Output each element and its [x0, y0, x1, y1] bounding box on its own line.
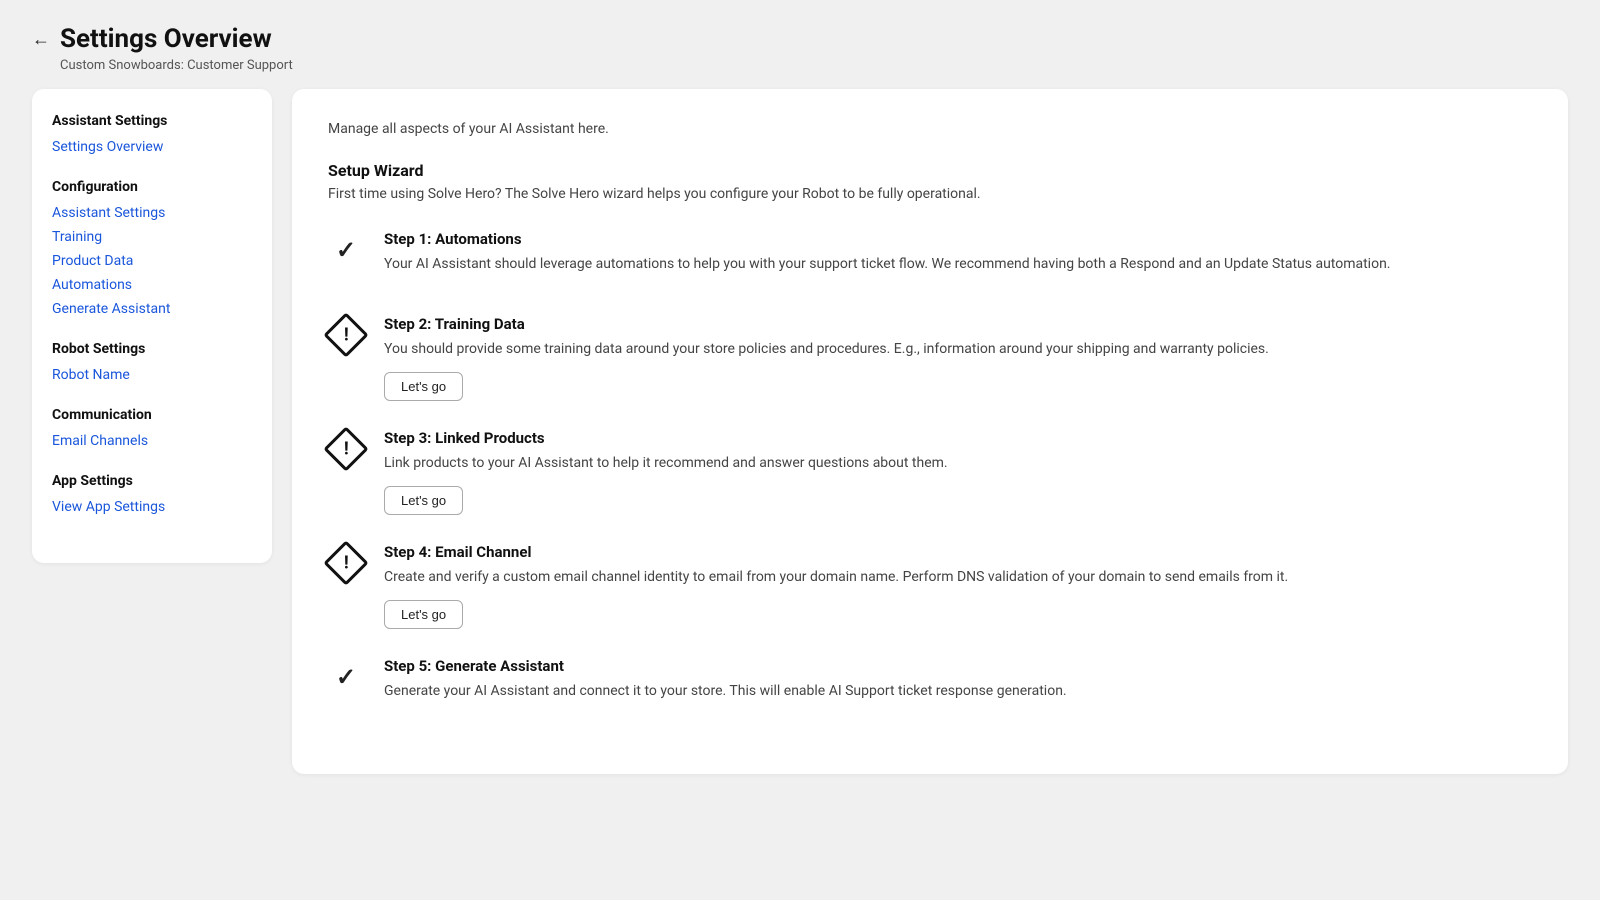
step-3-row: ! Step 3: Linked Products Link products … — [328, 429, 1532, 515]
main-content: Manage all aspects of your AI Assistant … — [292, 89, 1568, 774]
step-4-title: Step 4: Email Channel — [384, 543, 1532, 561]
setup-wizard-title: Setup Wizard — [328, 161, 1532, 180]
warning-diamond-icon-2: ! — [323, 312, 368, 357]
step-1-content: Step 1: Automations Your AI Assistant sh… — [384, 230, 1532, 287]
sidebar-section-title-configuration: Configuration — [52, 179, 252, 195]
step-2-content: Step 2: Training Data You should provide… — [384, 315, 1532, 401]
email-channels-link[interactable]: Email Channels — [52, 433, 252, 449]
step-2-lets-go-button[interactable]: Let's go — [384, 372, 463, 401]
step-5-content: Step 5: Generate Assistant Generate your… — [384, 657, 1532, 714]
sidebar-section-robot-settings: Robot Settings Robot Name — [52, 341, 252, 383]
step-4-lets-go-button[interactable]: Let's go — [384, 600, 463, 629]
training-link[interactable]: Training — [52, 229, 252, 245]
step-1-icon: ✓ — [328, 232, 364, 268]
step-1-title: Step 1: Automations — [384, 230, 1532, 248]
step-2-icon: ! — [328, 317, 364, 353]
step-1-row: ✓ Step 1: Automations Your AI Assistant … — [328, 230, 1532, 287]
automations-link[interactable]: Automations — [52, 277, 252, 293]
assistant-settings-link[interactable]: Assistant Settings — [52, 205, 252, 221]
step-2-title: Step 2: Training Data — [384, 315, 1532, 333]
sidebar-section-configuration: Configuration Assistant Settings Trainin… — [52, 179, 252, 317]
step-5-row: ✓ Step 5: Generate Assistant Generate yo… — [328, 657, 1532, 714]
sidebar-section-title-robot-settings: Robot Settings — [52, 341, 252, 357]
step-4-content: Step 4: Email Channel Create and verify … — [384, 543, 1532, 629]
step-4-icon: ! — [328, 545, 364, 581]
warning-diamond-icon-3: ! — [323, 426, 368, 471]
step-2-row: ! Step 2: Training Data You should provi… — [328, 315, 1532, 401]
robot-name-link[interactable]: Robot Name — [52, 367, 252, 383]
step-3-icon: ! — [328, 431, 364, 467]
step-1-description: Your AI Assistant should leverage automa… — [384, 254, 1532, 275]
step-4-row: ! Step 4: Email Channel Create and verif… — [328, 543, 1532, 629]
sidebar: Assistant Settings Settings Overview Con… — [32, 89, 272, 563]
sidebar-section-title-communication: Communication — [52, 407, 252, 423]
warning-diamond-icon-4: ! — [323, 540, 368, 585]
back-button[interactable]: ← — [32, 29, 50, 50]
view-app-settings-link[interactable]: View App Settings — [52, 499, 252, 515]
step-5-title: Step 5: Generate Assistant — [384, 657, 1532, 675]
page-title: Settings Overview — [60, 24, 272, 54]
sidebar-section-communication: Communication Email Channels — [52, 407, 252, 449]
step-3-lets-go-button[interactable]: Let's go — [384, 486, 463, 515]
sidebar-section-assistant-settings: Assistant Settings Settings Overview — [52, 113, 252, 155]
generate-assistant-link[interactable]: Generate Assistant — [52, 301, 252, 317]
step-4-description: Create and verify a custom email channel… — [384, 567, 1532, 588]
step-5-icon: ✓ — [328, 659, 364, 695]
manage-text: Manage all aspects of your AI Assistant … — [328, 121, 1532, 137]
page-subtitle: Custom Snowboards: Customer Support — [60, 58, 1568, 73]
checkmark-icon-1: ✓ — [336, 236, 356, 264]
step-3-content: Step 3: Linked Products Link products to… — [384, 429, 1532, 515]
step-3-title: Step 3: Linked Products — [384, 429, 1532, 447]
product-data-link[interactable]: Product Data — [52, 253, 252, 269]
step-5-description: Generate your AI Assistant and connect i… — [384, 681, 1532, 702]
sidebar-section-app-settings: App Settings View App Settings — [52, 473, 252, 515]
step-3-description: Link products to your AI Assistant to he… — [384, 453, 1532, 474]
setup-wizard-description: First time using Solve Hero? The Solve H… — [328, 186, 1532, 202]
sidebar-section-title-assistant-settings: Assistant Settings — [52, 113, 252, 129]
sidebar-section-title-app-settings: App Settings — [52, 473, 252, 489]
checkmark-icon-5: ✓ — [336, 663, 356, 691]
settings-overview-link[interactable]: Settings Overview — [52, 139, 252, 155]
step-2-description: You should provide some training data ar… — [384, 339, 1532, 360]
